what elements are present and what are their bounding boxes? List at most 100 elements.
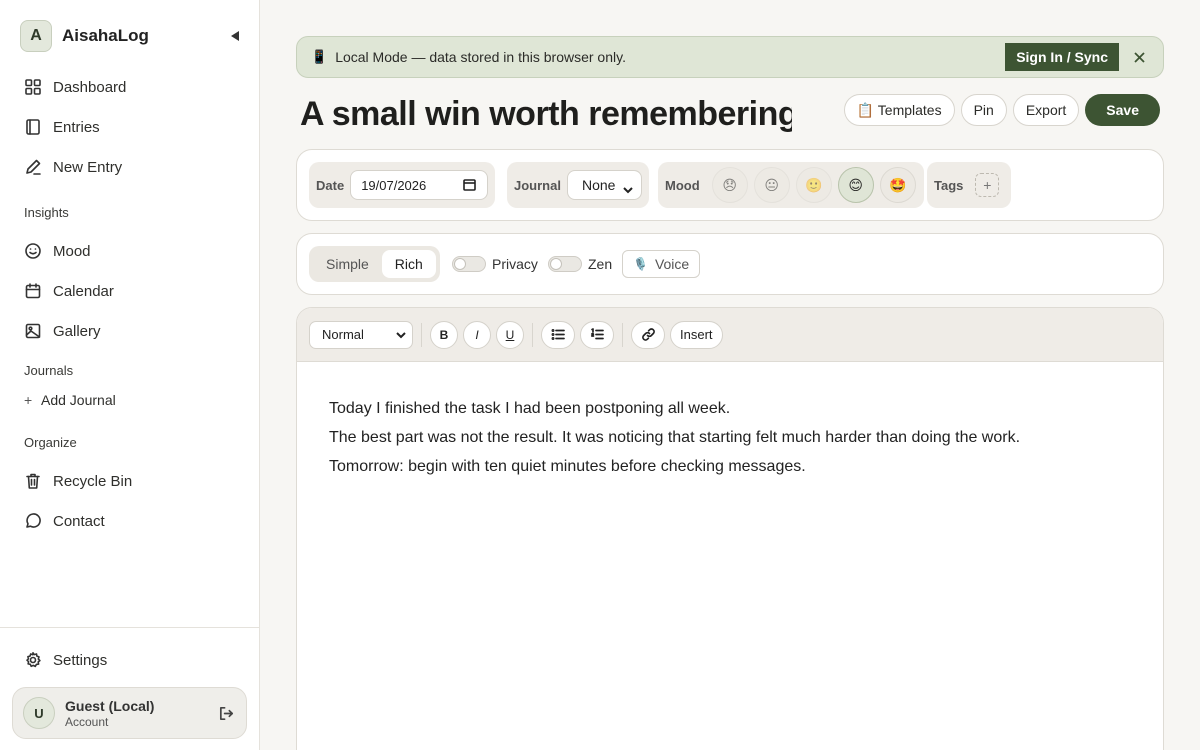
account-subtitle: Account [65, 714, 109, 729]
numbered-list-icon[interactable] [580, 320, 614, 349]
export-button[interactable]: Export [1012, 94, 1080, 126]
date-group: Date 19/07/2026 [309, 162, 496, 208]
mode-simple[interactable]: Simple [313, 250, 382, 278]
logout-icon[interactable] [216, 703, 236, 723]
section-label-insights: Insights [24, 204, 69, 220]
tags-label: Tags [934, 177, 964, 193]
sidebar-item-entries[interactable]: Entries [12, 107, 248, 147]
image-icon [24, 322, 42, 340]
zen-switch[interactable] [548, 256, 582, 272]
collapse-sidebar-icon[interactable] [228, 29, 242, 43]
sidebar-item-recycle-bin[interactable]: Recycle Bin [12, 461, 248, 501]
chevron-down-icon [396, 327, 406, 342]
sidebar-item-label: New Entry [53, 158, 123, 176]
add-journal-button[interactable]: + Add Journal [12, 384, 248, 416]
toolbar-divider [622, 322, 623, 347]
mood-sad-button[interactable]: 😞 [711, 167, 748, 203]
section-label-journals: Journals [24, 362, 74, 378]
entry-title[interactable]: A small win worth remembering [300, 92, 792, 136]
smile-icon [24, 242, 42, 260]
entry-meta-card: Date 19/07/2026 Journal None Mood 😞 😐 🙂 … [296, 149, 1164, 221]
sidebar-item-gallery[interactable]: Gallery [12, 311, 248, 351]
mood-happy-button[interactable]: 😊 [837, 167, 874, 203]
phone-icon: 📱 [311, 49, 328, 64]
sidebar-item-label: Recycle Bin [53, 472, 133, 490]
settings-label: Settings [53, 651, 108, 669]
sidebar-item-label: Entries [53, 118, 100, 136]
sidebar-item-settings[interactable]: Settings [12, 640, 248, 680]
sidebar-item-new-entry[interactable]: New Entry [12, 147, 248, 187]
date-label: Date [316, 177, 345, 193]
journal-select[interactable]: None [566, 170, 643, 200]
insert-button[interactable]: Insert [670, 320, 723, 349]
journal-label: Journal [514, 177, 561, 193]
mood-slight-smile-button[interactable]: 🙂 [795, 167, 832, 203]
journal-group: Journal None [507, 162, 650, 208]
account-info: Guest (Local) Account [65, 698, 216, 729]
italic-button[interactable]: I [463, 320, 491, 349]
local-mode-banner: 📱 Local Mode — data stored in this brows… [296, 36, 1164, 78]
sign-in-sync-button[interactable]: Sign In / Sync [1005, 43, 1119, 71]
banner-message: Local Mode — data stored in this browser… [335, 49, 626, 65]
sidebar-footer: Settings U Guest (Local) Account [0, 627, 259, 739]
brand-logo[interactable]: A [20, 20, 52, 52]
trash-icon [24, 472, 42, 490]
add-journal-label: Add Journal [41, 392, 116, 408]
text-style-select[interactable]: Normal [309, 320, 413, 349]
templates-button[interactable]: 📋 Templates [843, 94, 955, 126]
pen-icon [24, 158, 42, 176]
grid-icon [24, 78, 42, 96]
gear-icon [24, 651, 42, 669]
paragraph: Tomorrow: begin with ten quiet minutes b… [329, 458, 806, 475]
privacy-switch[interactable] [452, 256, 486, 272]
editor-toolbar: Normal B I U Insert [297, 308, 1163, 362]
sidebar-item-label: Mood [53, 242, 91, 260]
avatar: U [23, 697, 55, 729]
editor-mode-toggle: Simple Rich [309, 246, 440, 282]
insights-section: Insights Mood Calendar Gallery [12, 198, 248, 351]
zen-label: Zen [588, 256, 613, 272]
account-card[interactable]: U Guest (Local) Account [12, 687, 247, 739]
mood-group: Mood 😞 😐 🙂 😊 🤩 [658, 162, 924, 208]
plus-icon: + [24, 392, 33, 408]
calendar-icon[interactable] [463, 178, 477, 192]
sidebar-item-label: Contact [53, 512, 105, 530]
main-nav: Dashboard Entries New Entry [12, 67, 248, 187]
privacy-toggle[interactable]: Privacy [452, 256, 538, 272]
book-icon [24, 118, 42, 136]
bold-button[interactable]: B [430, 320, 458, 349]
sidebar-item-calendar[interactable]: Calendar [12, 271, 248, 311]
underline-button[interactable]: U [496, 320, 524, 349]
text-style-value: Normal [322, 327, 364, 342]
account-name: Guest (Local) [65, 697, 155, 714]
mood-neutral-button[interactable]: 😐 [753, 167, 790, 203]
sidebar-item-label: Calendar [53, 282, 114, 300]
link-icon[interactable] [631, 320, 665, 349]
editor-content[interactable]: Today I finished the task I had been pos… [297, 362, 1163, 513]
organize-section: Organize Recycle Bin Contact [12, 428, 248, 541]
editor-mode-card: Simple Rich Privacy Zen 🎙️ Voice [296, 233, 1164, 295]
date-input[interactable]: 19/07/2026 [350, 170, 489, 200]
sidebar-item-dashboard[interactable]: Dashboard [12, 67, 248, 107]
pin-button[interactable]: Pin [960, 94, 1007, 126]
date-value: 19/07/2026 [361, 177, 427, 193]
sidebar-item-mood[interactable]: Mood [12, 231, 248, 271]
voice-button[interactable]: 🎙️ Voice [622, 250, 701, 278]
journal-value: None [581, 177, 616, 193]
bullet-list-icon[interactable] [541, 320, 575, 349]
section-label-organize: Organize [24, 434, 77, 450]
sidebar-item-label: Dashboard [53, 78, 127, 96]
mode-rich[interactable]: Rich [381, 250, 436, 278]
add-tag-button[interactable]: + [975, 173, 1000, 197]
app-name[interactable]: AisahaLog [62, 26, 228, 46]
privacy-label: Privacy [492, 256, 538, 272]
mood-star-struck-button[interactable]: 🤩 [879, 167, 916, 203]
sidebar: A AisahaLog Dashboard Entries New Entry … [0, 0, 260, 750]
save-button[interactable]: Save [1085, 94, 1160, 126]
mood-label: Mood [665, 177, 700, 193]
sidebar-item-label: Gallery [53, 322, 101, 340]
entry-actions: 📋 Templates Pin Export Save [843, 94, 1160, 126]
zen-toggle[interactable]: Zen [548, 256, 612, 272]
sidebar-item-contact[interactable]: Contact [12, 501, 248, 541]
close-icon[interactable] [1129, 47, 1149, 67]
